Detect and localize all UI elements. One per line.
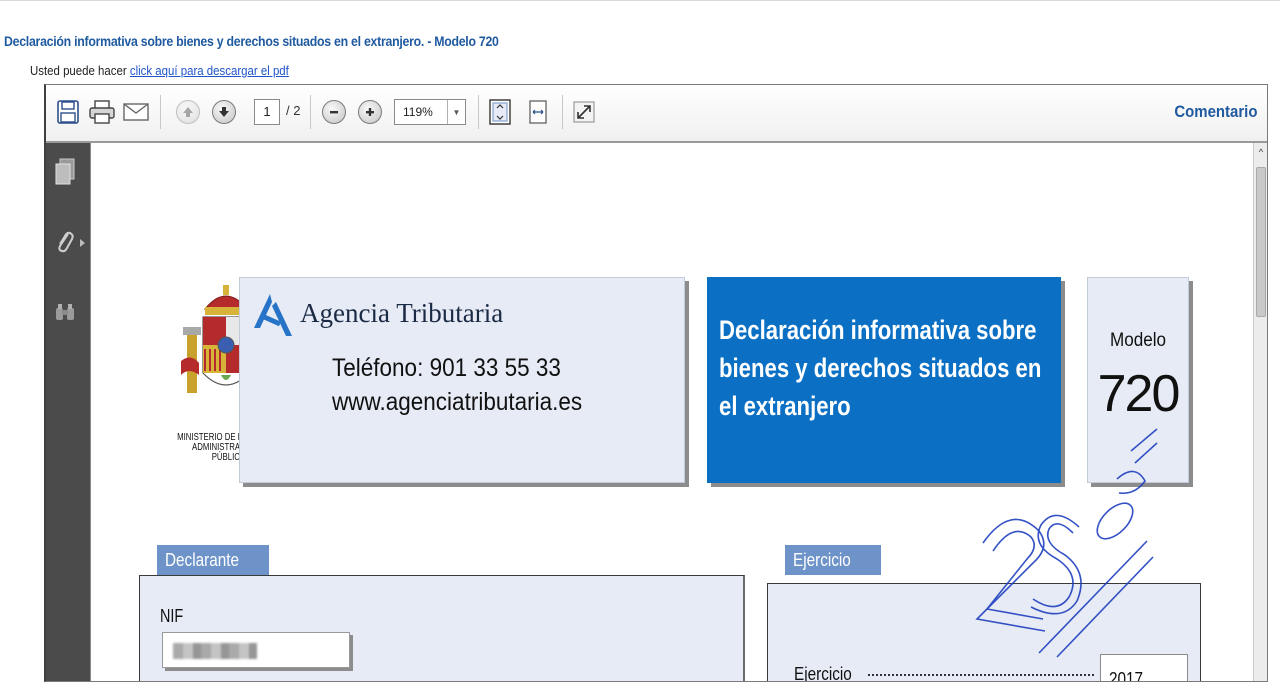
agency-name: Agencia Tributaria [300, 298, 504, 328]
arrow-up-icon[interactable] [174, 98, 202, 126]
scroll-thumb[interactable] [1256, 167, 1266, 317]
ejercicio-label: Ejercicio [794, 664, 852, 682]
agency-box: Agencia Tributaria Teléfono: 901 33 55 3… [239, 277, 685, 483]
agency-logo-icon [254, 294, 292, 336]
declaration-heading-box: Declaración informativa sobre bienes y d… [707, 277, 1061, 483]
nif-label: NIF [160, 606, 184, 626]
pdf-viewer: 1 / 2 119% ▼ Comentario MINISTERIO DE HA… [44, 84, 1268, 682]
ejercicio-value: 2017 [1109, 669, 1144, 682]
download-pdf-link[interactable]: click aquí para descargar el pdf [130, 63, 289, 78]
ejercicio-field[interactable]: 2017 [1100, 654, 1188, 682]
page-number-input[interactable]: 1 [254, 99, 280, 125]
navigation-panel [46, 143, 90, 681]
email-icon[interactable] [122, 98, 150, 126]
zoom-select[interactable]: 119% ▼ [394, 99, 466, 125]
dotted-leader [868, 674, 1094, 676]
declaration-heading: Declaración informativa sobre bienes y d… [719, 315, 1042, 421]
agency-website: www.agenciatributaria.es [332, 388, 583, 416]
pdf-toolbar: 1 / 2 119% ▼ Comentario [46, 85, 1267, 143]
modelo-number: 720 [1097, 365, 1181, 423]
toolbar-separator [310, 95, 311, 129]
document-page: Ministerio de Hacienda y Administracione… [90, 143, 1256, 682]
toolbar-separator [478, 95, 479, 129]
arrow-down-icon[interactable] [210, 98, 238, 126]
page-header: Declaración informativa sobre bienes y d… [0, 0, 1280, 84]
plus-icon[interactable] [356, 98, 384, 126]
modelo-box: Modelo 720 [1087, 277, 1189, 483]
declarante-panel: NIF [139, 575, 745, 681]
binoculars-icon[interactable] [52, 297, 78, 327]
chevron-down-icon: ▼ [447, 100, 465, 124]
fit-page-icon[interactable] [486, 98, 514, 126]
comment-button[interactable]: Comentario [1174, 102, 1257, 122]
nif-field[interactable] [162, 632, 350, 668]
scroll-up-icon[interactable]: ^ [1255, 147, 1267, 157]
toolbar-separator [160, 95, 161, 129]
redacted-nif [173, 643, 257, 659]
ejercicio-section-label: Ejercicio [793, 550, 851, 570]
fit-width-icon[interactable] [524, 98, 552, 126]
zoom-value: 119% [403, 105, 433, 119]
page-title: Declaración informativa sobre bienes y d… [4, 33, 499, 49]
page-total: / 2 [286, 103, 301, 118]
ejercicio-panel: Ejercicio 2017 [767, 583, 1201, 682]
minus-icon[interactable] [320, 98, 348, 126]
chevron-right-icon [80, 239, 85, 247]
download-prefix: Usted puede hacer [30, 63, 127, 78]
modelo-label: Modelo [1109, 330, 1167, 351]
toolbar-separator [562, 95, 563, 129]
vertical-scrollbar[interactable]: ^ [1253, 143, 1267, 681]
agency-phone: Teléfono: 901 33 55 33 [332, 354, 561, 382]
save-icon[interactable] [54, 98, 82, 126]
expand-icon[interactable] [570, 98, 598, 126]
print-icon[interactable] [88, 98, 116, 126]
pages-icon[interactable] [52, 157, 78, 187]
paperclip-icon[interactable] [52, 227, 78, 257]
ejercicio-tab: Ejercicio [785, 545, 881, 575]
download-line: Usted puede hacer click aquí para descar… [30, 63, 289, 78]
declarante-label: Declarante [165, 550, 239, 570]
declarante-tab: Declarante [157, 545, 269, 575]
